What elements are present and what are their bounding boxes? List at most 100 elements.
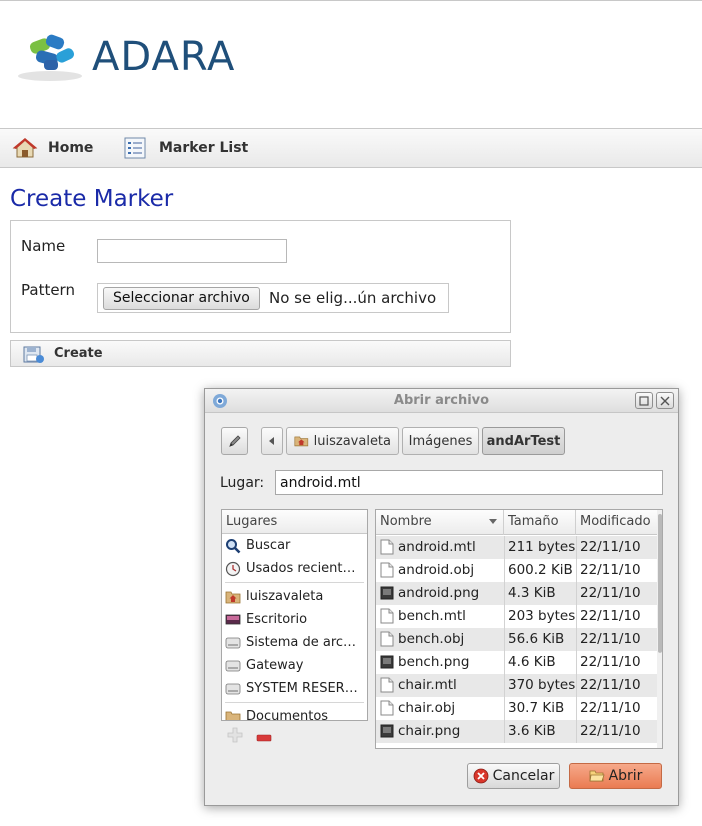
file-list-panel: Nombre Tamaño Modificado android.mtl 211 … bbox=[375, 509, 663, 749]
home-folder-icon bbox=[294, 436, 309, 447]
create-label: Create bbox=[54, 346, 103, 361]
places-separator bbox=[225, 702, 364, 703]
places-separator bbox=[225, 582, 364, 583]
path-scroll-left-button[interactable] bbox=[261, 427, 283, 455]
place-home[interactable]: luiszavaleta bbox=[222, 585, 367, 608]
document-file-icon bbox=[380, 700, 394, 720]
choose-file-button[interactable]: Seleccionar archivo bbox=[103, 287, 260, 310]
file-chooser-dialog: Abrir archivo luiszavaleta Imágenes andA… bbox=[204, 388, 679, 806]
column-divider bbox=[504, 536, 505, 559]
logo-mark-icon bbox=[18, 34, 82, 81]
file-date: 22/11/10 bbox=[580, 562, 641, 578]
file-date: 22/11/10 bbox=[580, 677, 641, 693]
place-sistema[interactable]: Sistema de arc… bbox=[222, 631, 367, 654]
file-size: 56.6 KiB bbox=[508, 631, 565, 647]
column-divider bbox=[576, 697, 577, 720]
file-size: 203 bytes bbox=[508, 608, 576, 624]
place-label: luiszavaleta bbox=[246, 589, 324, 604]
file-row[interactable]: chair.png 3.6 KiB 22/11/10 bbox=[376, 720, 662, 743]
add-bookmark-button[interactable] bbox=[227, 727, 243, 747]
nav-home[interactable]: Home bbox=[12, 129, 93, 167]
dialog-title: Abrir archivo bbox=[393, 393, 490, 408]
place-label: Buscar bbox=[246, 538, 291, 553]
column-date-header[interactable]: Modificado bbox=[576, 510, 662, 535]
remove-bookmark-button[interactable] bbox=[256, 728, 272, 747]
place-recent[interactable]: Usados recient… bbox=[222, 557, 367, 580]
open-label: Abrir bbox=[608, 768, 643, 784]
file-size: 4.6 KiB bbox=[508, 654, 556, 670]
file-date: 22/11/10 bbox=[580, 585, 641, 601]
file-size: 3.6 KiB bbox=[508, 723, 556, 739]
places-panel: Lugares Buscar Usados recient… luiszaval… bbox=[221, 509, 368, 721]
path-button-imagenes[interactable]: Imágenes bbox=[402, 427, 479, 455]
open-button[interactable]: Abrir bbox=[569, 763, 662, 789]
drive-icon bbox=[225, 660, 241, 671]
nav-marker-list[interactable]: Marker List bbox=[123, 129, 248, 167]
arrow-left-icon bbox=[269, 437, 274, 445]
file-name: bench.obj bbox=[398, 631, 465, 647]
maximize-button[interactable] bbox=[635, 392, 653, 409]
file-name: bench.png bbox=[398, 654, 470, 670]
file-row[interactable]: bench.mtl 203 bytes 22/11/10 bbox=[376, 605, 662, 628]
place-buscar[interactable]: Buscar bbox=[222, 534, 367, 557]
place-label: Sistema de arc… bbox=[246, 635, 357, 650]
pattern-label: Pattern bbox=[21, 281, 75, 299]
file-row[interactable]: bench.png 4.6 KiB 22/11/10 bbox=[376, 651, 662, 674]
column-divider bbox=[576, 651, 577, 674]
file-name: chair.obj bbox=[398, 700, 456, 716]
place-documentos[interactable]: Documentos bbox=[222, 705, 367, 720]
close-button[interactable] bbox=[656, 392, 674, 409]
plus-icon bbox=[227, 727, 243, 743]
cancel-button[interactable]: Cancelar bbox=[467, 763, 560, 789]
file-row[interactable]: android.obj 600.2 KiB 22/11/10 bbox=[376, 559, 662, 582]
file-name: android.obj bbox=[398, 562, 475, 578]
location-input[interactable] bbox=[275, 470, 663, 495]
column-name-header[interactable]: Nombre bbox=[376, 510, 504, 535]
image-file-icon bbox=[380, 654, 394, 674]
home-icon bbox=[12, 138, 38, 158]
file-date: 22/11/10 bbox=[580, 608, 641, 624]
column-divider bbox=[504, 582, 505, 605]
place-system-reserved[interactable]: SYSTEM RESER… bbox=[222, 677, 367, 700]
column-divider bbox=[504, 674, 505, 697]
pattern-file-input[interactable]: Seleccionar archivo No se elig...ún arch… bbox=[97, 283, 449, 313]
nav-home-label: Home bbox=[48, 140, 94, 156]
column-divider bbox=[504, 720, 505, 743]
file-name: chair.mtl bbox=[398, 677, 457, 693]
file-name: chair.png bbox=[398, 723, 461, 739]
cancel-label: Cancelar bbox=[492, 768, 555, 784]
logo-text: ADARA bbox=[92, 34, 236, 80]
file-name: bench.mtl bbox=[398, 608, 466, 624]
column-size-header[interactable]: Tamaño bbox=[504, 510, 576, 535]
list-icon bbox=[124, 137, 146, 159]
path-andartest-label: andArTest bbox=[486, 433, 561, 449]
file-rows: android.mtl 211 bytes 22/11/10 android.obj 6… bbox=[376, 536, 662, 743]
nav-bar: Home Marker List bbox=[0, 128, 702, 168]
file-row[interactable]: chair.mtl 370 bytes 22/11/10 bbox=[376, 674, 662, 697]
file-list-scrollbar[interactable] bbox=[657, 510, 663, 748]
type-location-button[interactable] bbox=[221, 427, 248, 455]
create-button[interactable]: Create bbox=[10, 340, 511, 367]
location-label: Lugar: bbox=[220, 475, 265, 491]
column-divider bbox=[576, 605, 577, 628]
path-button-andartest[interactable]: andArTest bbox=[482, 427, 565, 455]
file-row[interactable]: android.png 4.3 KiB 22/11/10 bbox=[376, 582, 662, 605]
file-date: 22/11/10 bbox=[580, 700, 641, 716]
file-row[interactable]: bench.obj 56.6 KiB 22/11/10 bbox=[376, 628, 662, 651]
document-file-icon bbox=[380, 677, 394, 697]
place-gateway[interactable]: Gateway bbox=[222, 654, 367, 677]
file-row[interactable]: chair.obj 30.7 KiB 22/11/10 bbox=[376, 697, 662, 720]
maximize-icon bbox=[639, 395, 649, 406]
place-escritorio[interactable]: Escritorio bbox=[222, 608, 367, 631]
file-date: 22/11/10 bbox=[580, 539, 641, 555]
home-folder-icon bbox=[225, 591, 241, 603]
path-button-home[interactable]: luiszavaleta bbox=[286, 427, 399, 455]
drive-icon bbox=[225, 683, 241, 694]
file-row[interactable]: android.mtl 211 bytes 22/11/10 bbox=[376, 536, 662, 559]
dialog-titlebar[interactable]: Abrir archivo bbox=[205, 389, 678, 413]
marker-form: Name Pattern Seleccionar archivo No se e… bbox=[10, 220, 511, 333]
path-imagenes-label: Imágenes bbox=[408, 433, 473, 449]
name-input[interactable] bbox=[97, 239, 287, 263]
column-divider bbox=[504, 605, 505, 628]
column-divider bbox=[576, 720, 577, 743]
